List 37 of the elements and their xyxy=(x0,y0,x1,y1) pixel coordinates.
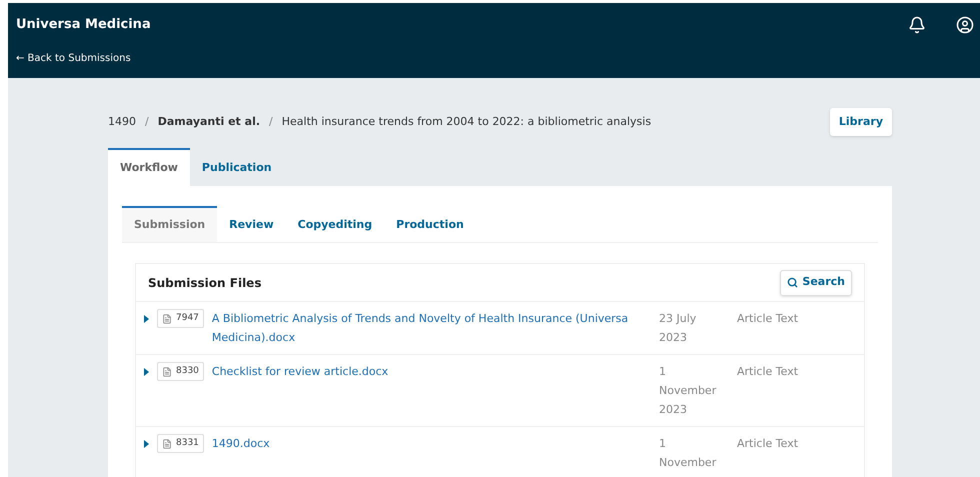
tab[interactable]: Publication xyxy=(190,148,284,186)
breadcrumb-separator: / xyxy=(269,114,273,130)
file-id: 7947 xyxy=(176,312,199,325)
panel-title: Submission Files xyxy=(148,274,262,292)
stage-tab[interactable]: Review xyxy=(217,206,286,242)
file-date: 1 November 2023 xyxy=(659,364,718,418)
search-button[interactable]: Search xyxy=(780,270,852,296)
document-icon xyxy=(162,366,172,376)
file-link[interactable]: Checklist for review article.docx xyxy=(212,362,388,381)
file-date: 23 July 2023 xyxy=(659,311,698,346)
file-id: 8330 xyxy=(176,365,199,378)
expand-icon[interactable] xyxy=(144,368,149,376)
library-button[interactable]: Library xyxy=(830,108,892,136)
search-icon xyxy=(787,277,798,288)
stage-tab[interactable]: Copyediting xyxy=(286,206,384,242)
breadcrumb-separator: / xyxy=(145,114,149,130)
file-type: Article Text xyxy=(737,364,798,380)
site-title: Universa Medicina xyxy=(16,16,151,34)
expand-icon[interactable] xyxy=(144,315,149,323)
back-link[interactable]: ← Back to Submissions xyxy=(16,51,974,66)
submission-title: Health insurance trends from 2004 to 2022: a bibliometric analysis xyxy=(282,114,652,130)
author-names: Damayanti et al. xyxy=(158,114,260,130)
expand-icon[interactable] xyxy=(144,440,149,448)
tab[interactable]: Workflow xyxy=(108,148,190,186)
notification-icon[interactable] xyxy=(908,16,926,34)
file-type: Article Text xyxy=(737,311,798,327)
document-icon xyxy=(162,438,172,448)
document-icon xyxy=(162,314,172,324)
file-date: 1 November xyxy=(659,436,718,471)
file-id: 8331 xyxy=(176,437,199,450)
user-icon[interactable] xyxy=(956,16,974,34)
stage-tab[interactable]: Production xyxy=(384,206,476,242)
file-type: Article Text xyxy=(737,436,798,452)
file-link[interactable]: 1490.docx xyxy=(212,434,270,453)
file-link[interactable]: A Bibliometric Analysis of Trends and Novelty of Health Insurance (Universa Medicina).docx xyxy=(212,309,643,347)
submission-id: 1490 xyxy=(108,114,136,130)
stage-tab[interactable]: Submission xyxy=(122,206,218,242)
